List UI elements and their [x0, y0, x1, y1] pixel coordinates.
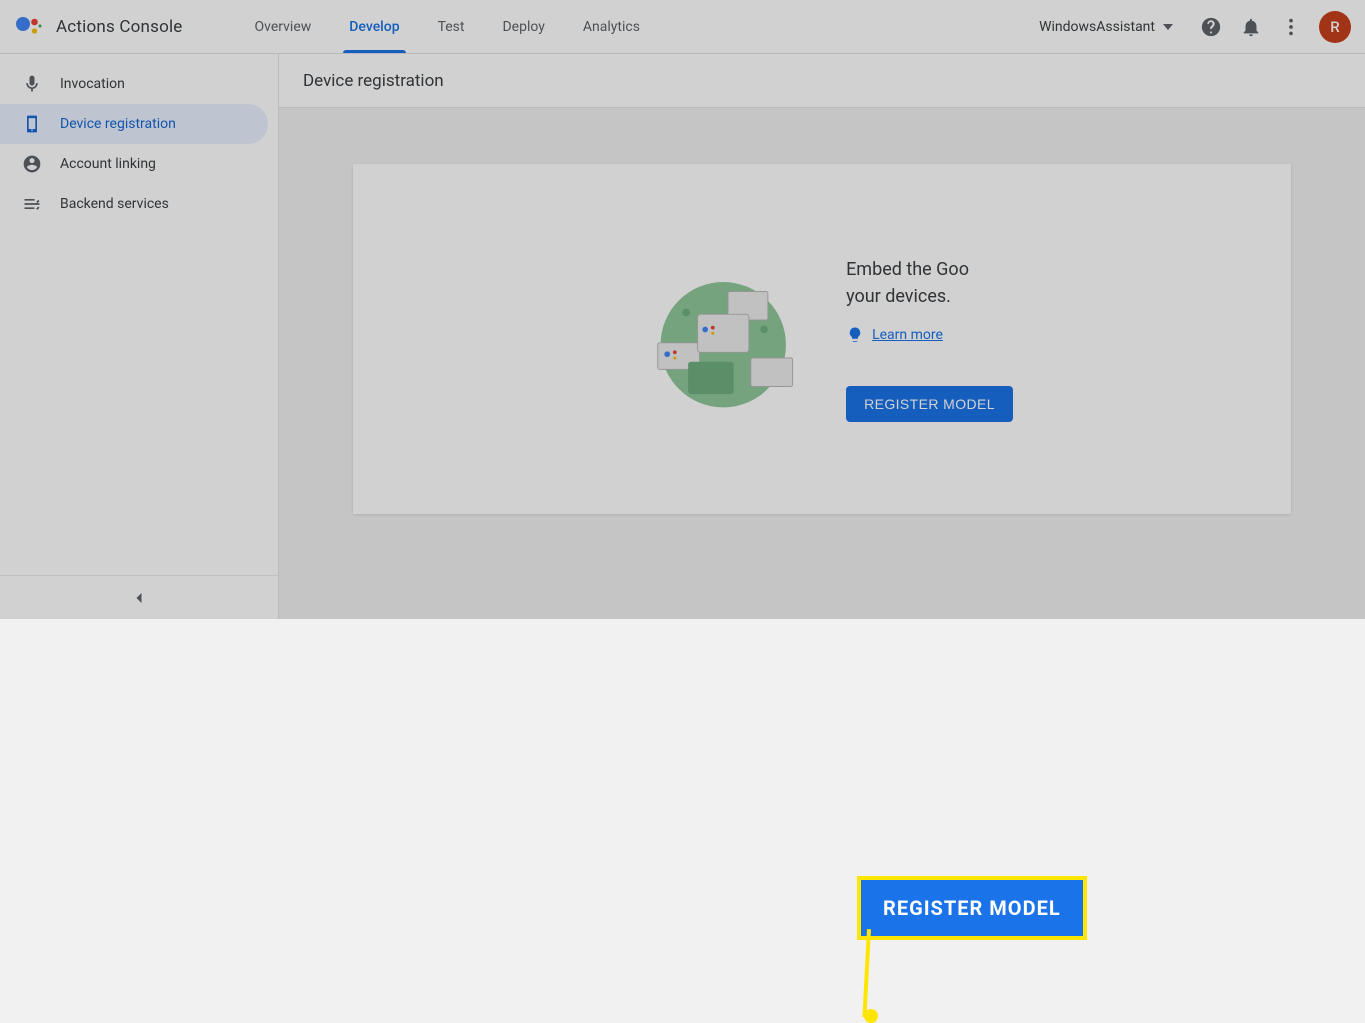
canvas: Embed the Goo your devices. Learn more R…: [279, 108, 1365, 619]
settings-icon: [22, 194, 42, 214]
sidebar-item-label: Account linking: [60, 156, 156, 172]
sidebar-item-label: Invocation: [60, 76, 125, 92]
register-model-button[interactable]: REGISTER MODEL: [846, 386, 1013, 422]
project-name-label: WindowsAssistant: [1039, 19, 1155, 35]
learn-more-link[interactable]: Learn more: [872, 327, 943, 343]
tab-analytics[interactable]: Analytics: [583, 0, 640, 53]
devices-illustration-icon: [631, 263, 806, 415]
device-registration-card: Embed the Goo your devices. Learn more R…: [353, 164, 1291, 514]
chevron-left-icon: [129, 588, 149, 608]
account-avatar[interactable]: R: [1319, 11, 1351, 43]
sidebar-item-backend-services[interactable]: Backend services: [0, 184, 268, 224]
notifications-button[interactable]: [1231, 7, 1271, 47]
sidebar-item-label: Device registration: [60, 116, 176, 132]
sidebar-item-label: Backend services: [60, 196, 169, 212]
logo-group: Actions Console: [14, 13, 183, 41]
card-text-group: Embed the Goo your devices. Learn more R…: [846, 256, 1013, 422]
annotation-leader-line: [862, 929, 871, 1017]
card-body-text: Embed the Goo your devices.: [846, 256, 1013, 310]
tab-test[interactable]: Test: [438, 0, 465, 53]
lightbulb-icon: [846, 326, 864, 344]
help-icon: [1200, 16, 1222, 38]
main-area: Device registration: [279, 54, 1365, 619]
main-tabs: Overview Develop Test Deploy Analytics: [255, 0, 640, 53]
page-subheader: Device registration: [279, 54, 1365, 108]
learn-more-row: Learn more: [846, 326, 1013, 344]
tab-deploy[interactable]: Deploy: [502, 0, 544, 53]
tab-overview[interactable]: Overview: [255, 0, 312, 53]
sidebar-item-device-registration[interactable]: Device registration: [0, 104, 268, 144]
tab-develop[interactable]: Develop: [349, 0, 399, 53]
annotation-callout-text: REGISTER MODEL: [883, 896, 1061, 920]
tab-label: Analytics: [583, 19, 640, 35]
bell-icon: [1240, 16, 1262, 38]
tab-label: Develop: [349, 19, 399, 35]
account-icon: [22, 154, 42, 174]
more-vert-icon: [1280, 16, 1302, 38]
mic-icon: [22, 74, 42, 94]
top-bar: Actions Console Overview Develop Test De…: [0, 0, 1365, 54]
help-button[interactable]: [1191, 7, 1231, 47]
annotation-leader-dot-icon: [864, 1009, 878, 1023]
google-assistant-logo-icon: [14, 13, 42, 41]
sidebar-item-invocation[interactable]: Invocation: [0, 64, 268, 104]
sidebar-item-account-linking[interactable]: Account linking: [0, 144, 268, 184]
sidebar-collapse-button[interactable]: [0, 575, 278, 619]
project-dropdown[interactable]: WindowsAssistant: [1039, 19, 1173, 35]
overflow-menu-button[interactable]: [1271, 7, 1311, 47]
tab-label: Deploy: [502, 19, 544, 35]
tab-label: Overview: [255, 19, 312, 35]
sidebar: Invocation Device registration Account l…: [0, 54, 279, 619]
device-icon: [22, 114, 42, 134]
app-title: Actions Console: [56, 17, 183, 37]
avatar-initial: R: [1330, 18, 1339, 36]
caret-down-icon: [1163, 24, 1173, 30]
tab-label: Test: [438, 19, 465, 35]
annotation-callout-box: REGISTER MODEL: [857, 876, 1087, 940]
page-title: Device registration: [303, 71, 444, 91]
